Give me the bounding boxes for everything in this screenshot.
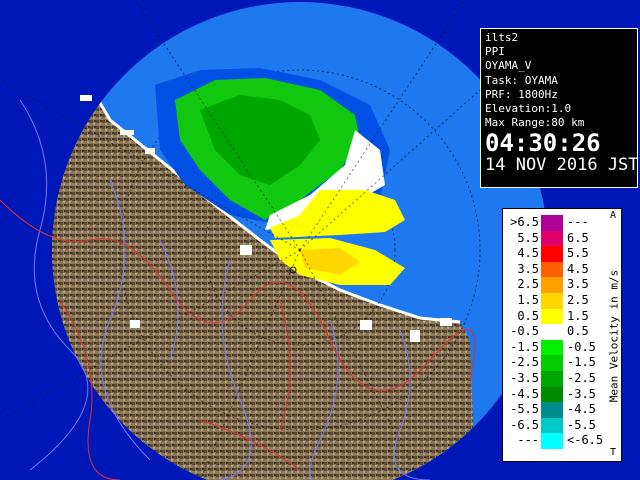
legend-top-mark: A <box>610 210 617 221</box>
task-name: Task: OYAMA <box>485 73 558 87</box>
velocity-legend: >6.5 --- 5.5 6.5 4.5 5.5 3.5 4.5 2.5 3.5 1.5 2.5 0.5… <box>502 208 622 462</box>
legend-row: -5.5 -4.5 <box>503 402 603 419</box>
legend-min-value: 0.5 <box>517 308 539 323</box>
legend-color-swatch <box>541 386 563 403</box>
legend-color-swatch <box>541 355 563 372</box>
legend-max-value: 0.5 <box>567 324 589 339</box>
legend-max-value: 2.5 <box>567 293 589 307</box>
legend-row: 0.5 1.5 <box>503 308 603 325</box>
legend-max-value: -1.5 <box>567 355 596 370</box>
legend-bottom-mark: T <box>610 447 617 458</box>
legend-row: -0.5 0.5 <box>503 324 603 341</box>
volume-name: OYAMA_V <box>485 59 532 73</box>
legend-max-value: -3.5 <box>567 386 596 401</box>
observation-date: 14 NOV 2016 JST <box>485 155 639 176</box>
info-panel: ilts2 PPI OYAMA_V Task: OYAMA PRF: 1800H… <box>480 28 639 188</box>
legend-min-value: >6.5 <box>510 215 539 229</box>
legend-max-value: --- <box>567 215 589 229</box>
legend-row: 4.5 5.5 <box>503 246 603 263</box>
elevation-value: Elevation:1.0 <box>485 102 572 116</box>
legend-row: >6.5 --- <box>503 215 603 232</box>
legend-color-swatch <box>541 417 563 434</box>
legend-max-value: 1.5 <box>567 308 589 323</box>
legend-row: -2.5 -1.5 <box>503 355 603 372</box>
max-range-value: Max Range:80 km <box>485 116 585 130</box>
legend-max-value: 3.5 <box>567 277 589 292</box>
legend-min-value: 2.5 <box>517 277 539 292</box>
legend-color-swatch <box>541 308 563 325</box>
legend-row: --- <-6.5 <box>503 433 604 450</box>
legend-max-value: -0.5 <box>567 339 596 354</box>
legend-row: 5.5 6.5 <box>503 230 603 247</box>
legend-max-value: 5.5 <box>567 246 589 261</box>
legend-min-value: -2.5 <box>510 355 539 370</box>
legend-row: -6.5 -5.5 <box>503 417 603 434</box>
legend-min-value: 1.5 <box>517 293 539 307</box>
observation-time: 04:30:26 <box>485 129 601 158</box>
legend-color-swatch <box>541 230 563 247</box>
legend-min-value: 3.5 <box>517 261 539 276</box>
legend-title-text: Mean Velocity in m/s <box>607 269 621 403</box>
legend-min-value: 5.5 <box>517 230 539 245</box>
legend-row: 2.5 3.5 <box>503 277 603 294</box>
legend-color-swatch <box>541 433 563 450</box>
legend-row: 1.5 2.5 <box>503 293 603 310</box>
legend-min-value: -6.5 <box>510 417 539 432</box>
legend-color-swatch <box>541 371 563 388</box>
legend-row: -3.5 -2.5 <box>503 371 603 388</box>
product-type: PPI <box>485 45 505 59</box>
legend-min-value: -4.5 <box>510 386 539 401</box>
legend-color-swatch <box>541 293 563 310</box>
legend-max-value: -4.5 <box>567 402 596 417</box>
legend-min-value: -3.5 <box>510 371 539 385</box>
legend-color-swatch <box>541 277 563 294</box>
legend-max-value: -5.5 <box>567 417 596 432</box>
legend-min-value: -1.5 <box>510 339 539 354</box>
legend-row: 3.5 4.5 <box>503 261 603 278</box>
legend-color-swatch <box>541 261 563 278</box>
legend-row: -1.5 -0.5 <box>503 339 603 356</box>
legend-color-swatch <box>541 402 563 419</box>
legend-title: Mean Velocity in m/s <box>607 221 621 451</box>
legend-min-value: 4.5 <box>517 246 539 261</box>
legend-max-value: -2.5 <box>567 371 596 385</box>
prf-value: PRF: 1800Hz <box>485 87 558 101</box>
legend-min-value: --- <box>517 433 539 448</box>
legend-row: -4.5 -3.5 <box>503 386 603 403</box>
legend-color-swatch <box>541 339 563 356</box>
legend-max-value: <-6.5 <box>567 433 604 448</box>
legend-color-swatch <box>541 246 563 263</box>
legend-min-value: -0.5 <box>510 324 539 339</box>
legend-max-value: 6.5 <box>567 230 589 245</box>
station-name: ilts2 <box>485 31 519 44</box>
legend-color-swatch <box>541 324 563 341</box>
legend-min-value: -5.5 <box>510 402 539 417</box>
legend-max-value: 4.5 <box>567 261 589 276</box>
legend-color-swatch <box>541 215 563 232</box>
